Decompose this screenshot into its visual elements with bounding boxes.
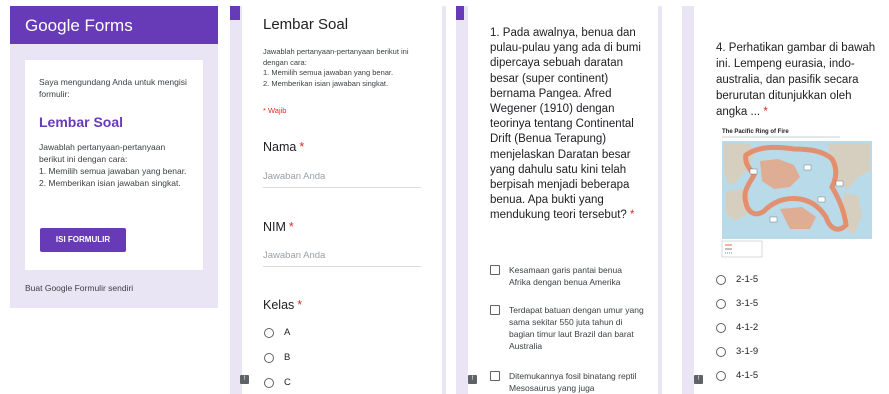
- accent-strip: [230, 6, 240, 20]
- radio-button[interactable]: [264, 352, 274, 363]
- nim-input[interactable]: Jawaban Anda: [263, 250, 421, 267]
- required-star: *: [299, 140, 305, 154]
- question-4-text: 4. Perhatikan gambar di bawah ini. Lempe…: [716, 40, 878, 120]
- question-1-panel: 1. Pada awalnya, benua dan pulau-pulau y…: [456, 6, 662, 394]
- required-note: * Wajib: [263, 106, 287, 115]
- email-form-description: Jawablah pertanyaan-pertanyaan berikut i…: [39, 142, 187, 188]
- required-star: *: [288, 220, 294, 234]
- q4-option-label: 3-1-5: [736, 298, 759, 309]
- question-1-card: 1. Pada awalnya, benua dan pulau-pulau y…: [468, 6, 658, 394]
- q4-option-label: 2-1-5: [736, 274, 759, 285]
- form-description: Jawablah pertanyaan-pertanyaan berikut i…: [263, 47, 409, 88]
- form-card: Lembar Soal Jawablah pertanyaan-pertanya…: [242, 6, 442, 394]
- report-icon[interactable]: !: [694, 375, 703, 384]
- kelas-option-b[interactable]: B: [264, 352, 290, 363]
- email-form-title: Lembar Soal: [39, 114, 124, 130]
- required-star: *: [297, 298, 303, 312]
- kelas-option-label: B: [284, 352, 291, 363]
- nama-input[interactable]: Jawaban Anda: [263, 171, 421, 188]
- question-4-text-body: 4. Perhatikan gambar di bawah ini. Lempe…: [716, 42, 876, 118]
- form-title: Lembar Soal: [263, 16, 349, 33]
- create-form-link[interactable]: Buat Google Formulir sendiri: [25, 283, 133, 293]
- q1-option-1[interactable]: Kesamaan garis pantai benua Afrika denga…: [490, 264, 644, 288]
- radio-button[interactable]: [264, 377, 274, 388]
- nama-label: Nama *: [263, 140, 304, 154]
- email-card: Saya mengundang Anda untuk mengisi formu…: [25, 60, 203, 270]
- email-header: Google Forms: [10, 6, 218, 44]
- q4-option-3[interactable]: 4-1-2: [716, 322, 758, 333]
- q4-option-1[interactable]: 2-1-5: [716, 274, 758, 285]
- question-4-card: 4. Perhatikan gambar di bawah ini. Lempe…: [694, 6, 889, 394]
- q4-option-5[interactable]: 4-1-5: [716, 370, 758, 381]
- kelas-option-c[interactable]: C: [264, 377, 291, 388]
- map-title: The Pacific Ring of Fire: [722, 129, 789, 135]
- q1-option-label: Kesamaan garis pantai benua Afrika denga…: [509, 265, 622, 287]
- q4-option-2[interactable]: 3-1-5: [716, 298, 758, 309]
- q1-option-label: Terdapat batuan dengan umur yang sama se…: [509, 305, 644, 351]
- checkbox[interactable]: [490, 265, 500, 275]
- required-star: *: [763, 106, 768, 118]
- radio-button[interactable]: [264, 327, 274, 338]
- nim-label: NIM *: [263, 220, 294, 234]
- form-header-panel: Lembar Soal Jawablah pertanyaan-pertanya…: [230, 6, 446, 394]
- q1-option-2[interactable]: Terdapat batuan dengan umur yang sama se…: [490, 304, 644, 352]
- ring-of-fire-map: The Pacific Ring of Fire: [720, 125, 874, 258]
- radio-button[interactable]: [716, 346, 726, 357]
- invite-text: Saya mengundang Anda untuk mengisi formu…: [39, 77, 187, 99]
- q1-option-3[interactable]: Ditemukannya fosil binatang reptil Mesos…: [490, 370, 644, 394]
- radio-button[interactable]: [716, 370, 726, 381]
- question-1-text: 1. Pada awalnya, benua dan pulau-pulau y…: [490, 26, 650, 224]
- nim-label-text: NIM: [263, 220, 286, 234]
- question-1-text-body: 1. Pada awalnya, benua dan pulau-pulau y…: [490, 27, 641, 222]
- kelas-option-label: A: [284, 327, 291, 338]
- report-icon[interactable]: !: [240, 375, 249, 384]
- q4-option-label: 4-1-5: [736, 370, 759, 381]
- kelas-label: Kelas *: [263, 298, 302, 312]
- q4-option-label: 4-1-2: [736, 322, 759, 333]
- email-invite-panel: Google Forms Saya mengundang Anda untuk …: [10, 6, 218, 308]
- kelas-label-text: Kelas: [263, 298, 295, 312]
- checkbox[interactable]: [490, 371, 500, 381]
- question-4-panel: 4. Perhatikan gambar di bawah ini. Lempe…: [682, 6, 889, 394]
- q1-option-label: Ditemukannya fosil binatang reptil Mesos…: [509, 371, 637, 393]
- required-star: *: [630, 209, 635, 222]
- report-icon[interactable]: !: [468, 375, 477, 384]
- nama-label-text: Nama: [263, 140, 297, 154]
- q4-option-4[interactable]: 3-1-9: [716, 346, 758, 357]
- google-forms-logo: Google Forms: [25, 16, 133, 35]
- fill-form-button[interactable]: ISI FORMULIR: [40, 228, 126, 252]
- radio-button[interactable]: [716, 298, 726, 309]
- accent-strip: [456, 6, 464, 20]
- kelas-option-a[interactable]: A: [264, 327, 290, 338]
- q4-option-label: 3-1-9: [736, 346, 759, 357]
- checkbox[interactable]: [490, 305, 500, 315]
- kelas-option-label: C: [284, 377, 291, 388]
- radio-button[interactable]: [716, 274, 726, 285]
- radio-button[interactable]: [716, 322, 726, 333]
